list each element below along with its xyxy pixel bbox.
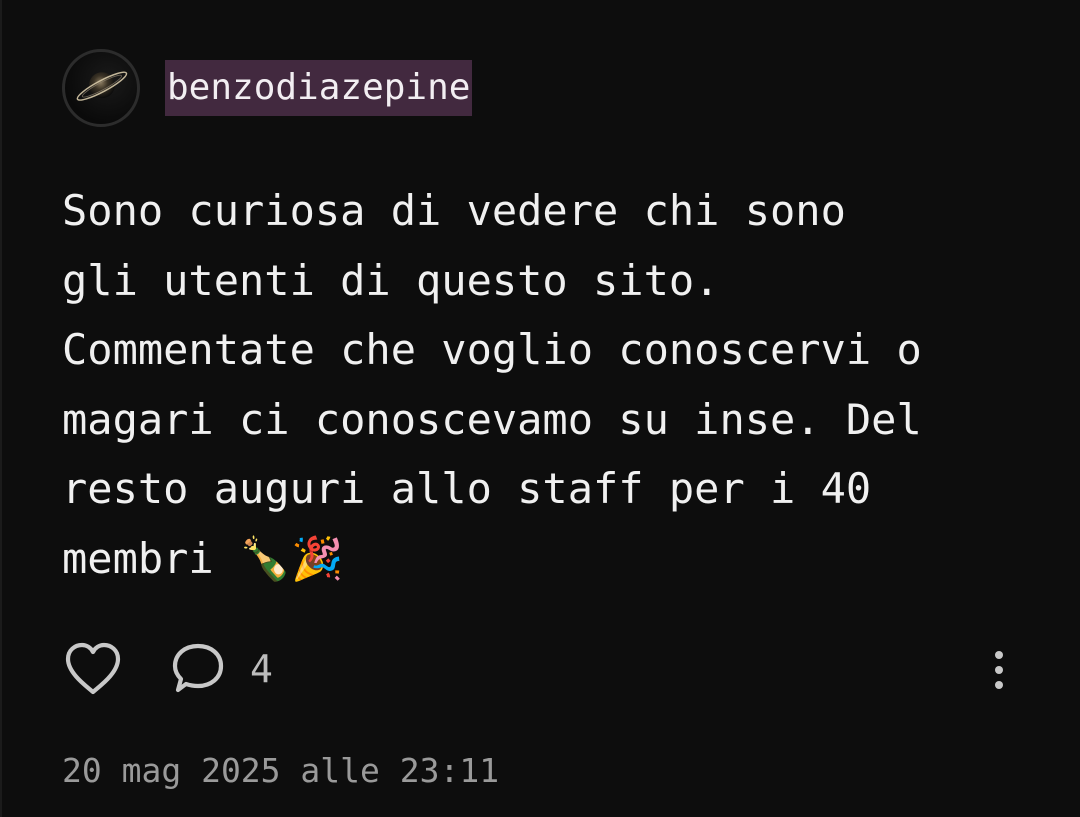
post-header: benzodiazepine (62, 47, 473, 129)
post-timestamp: 20 mag 2025 alle 23:11 (62, 751, 500, 790)
speech-bubble-icon (172, 643, 224, 693)
avatar[interactable] (62, 49, 140, 127)
vertical-dots-icon (995, 651, 1003, 689)
saturn-planet-avatar-icon (76, 71, 128, 101)
post-actions-bar: 4 (62, 636, 1022, 702)
more-options-button[interactable] (984, 648, 1014, 692)
post-content: Sono curiosa di vedere chi sono gli uten… (62, 186, 922, 583)
heart-outline-icon (65, 642, 121, 695)
post-card: benzodiazepine Sono curiosa di vedere ch… (0, 0, 1080, 817)
comment-count: 4 (250, 647, 273, 691)
author-username[interactable]: benzodiazepine (165, 60, 473, 116)
comment-button[interactable] (166, 640, 228, 698)
like-button[interactable] (62, 640, 124, 698)
